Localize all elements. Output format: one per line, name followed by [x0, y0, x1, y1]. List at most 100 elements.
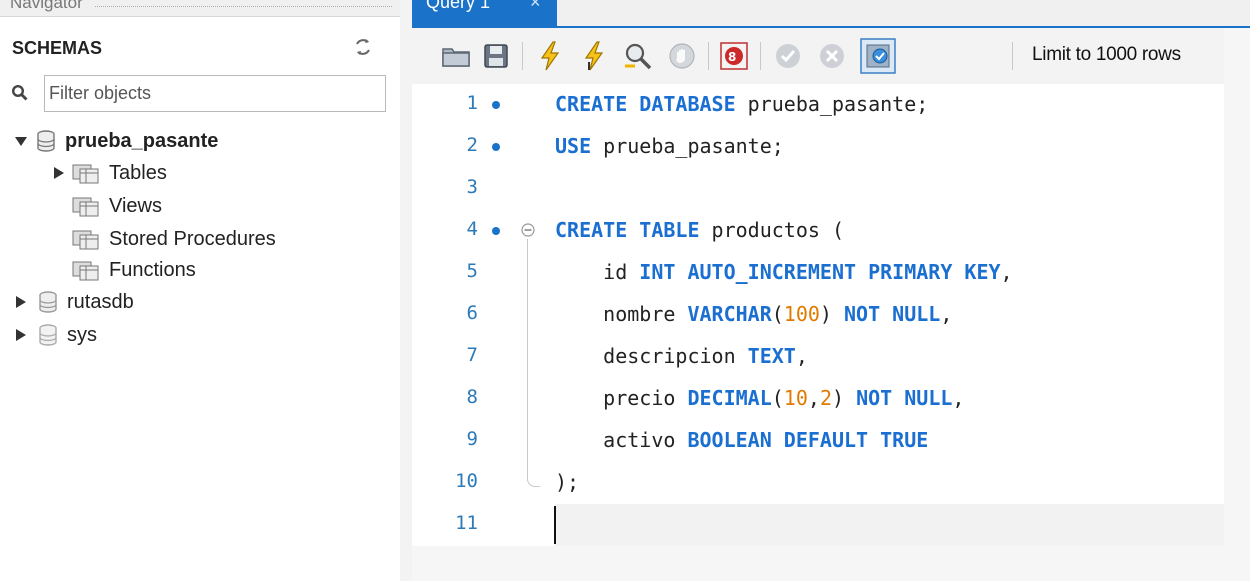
code-line[interactable]: 6 nombre VARCHAR(100) NOT NULL, [412, 294, 1224, 336]
schema-prueba-pasante[interactable]: prueba_pasante [14, 126, 218, 156]
toggle-stop-on-error-icon[interactable]: 8 [718, 40, 750, 72]
sql-identifier: descripcion [555, 344, 748, 368]
sql-identifier: , [795, 344, 808, 368]
sql-identifier: id [555, 260, 640, 284]
function-folder-icon [72, 261, 99, 281]
procedure-folder-icon [72, 230, 99, 250]
code-line[interactable]: 3 [412, 168, 1224, 210]
code-line[interactable]: 1 CREATE DATABASE prueba_pasante; [412, 84, 1224, 126]
code-text: CREATE DATABASE prueba_pasante; [555, 92, 928, 116]
code-text: activo BOOLEAN DEFAULT TRUE [555, 428, 928, 452]
tree-item-label: Functions [109, 258, 196, 281]
code-text: CREATE TABLE productos ( [555, 218, 844, 242]
open-folder-icon[interactable] [440, 40, 472, 72]
explain-icon[interactable] [622, 40, 654, 72]
sql-keyword: CREATE DATABASE [555, 92, 736, 116]
line-number: 4 [466, 218, 478, 240]
sql-identifier: , [952, 386, 965, 410]
sql-keyword: DECIMAL [687, 386, 772, 410]
code-line[interactable]: 9 activo BOOLEAN DEFAULT TRUE [412, 420, 1224, 462]
svg-text:8: 8 [728, 50, 736, 64]
table-folder-icon [72, 164, 99, 184]
sql-identifier: ( [771, 386, 784, 410]
fold-collapse-icon[interactable] [521, 223, 535, 237]
editor-tab-strip: Query 1 × [412, 0, 1250, 28]
sql-keyword: NOT NULL [856, 386, 953, 410]
line-number: 3 [466, 176, 478, 198]
toolbar-separator [1012, 42, 1013, 70]
execute-current-statement-icon[interactable]: I [578, 40, 610, 72]
execute-icon[interactable] [534, 40, 566, 72]
svg-text:I: I [587, 60, 591, 72]
fold-guide-line [527, 239, 528, 477]
panel-splitter[interactable] [400, 0, 412, 581]
expand-right-arrow-icon[interactable] [52, 166, 66, 180]
schemas-heading: SCHEMAS [12, 38, 103, 58]
navigator-title: Navigator [10, 0, 83, 12]
filter-objects-input[interactable] [49, 80, 379, 106]
autocommit-toggle-icon[interactable] [860, 38, 896, 74]
schema-label: prueba_pasante [65, 129, 219, 152]
code-text: descripcion TEXT, [555, 344, 808, 368]
tree-item-functions[interactable]: Functions [72, 255, 196, 285]
expand-right-arrow-icon[interactable] [14, 295, 28, 309]
search-icon [11, 84, 28, 101]
sql-identifier: ); [555, 470, 580, 494]
sql-identifier: ) [819, 302, 845, 326]
sql-number: 2 [819, 386, 832, 410]
sql-identifier: precio [555, 386, 688, 410]
database-icon [39, 291, 57, 313]
code-line[interactable]: 11 [412, 504, 1224, 546]
code-text: ); [555, 470, 579, 494]
stop-icon[interactable] [666, 40, 698, 72]
toolbar-separator [522, 42, 523, 70]
expand-right-arrow-icon[interactable] [14, 328, 28, 342]
sql-identifier: prueba_pasante; [735, 92, 929, 116]
code-line[interactable]: 7 descripcion TEXT, [412, 336, 1224, 378]
refresh-icon[interactable] [352, 36, 374, 58]
line-number: 1 [466, 92, 478, 114]
code-line[interactable]: 5 id INT AUTO_INCREMENT PRIMARY KEY, [412, 252, 1224, 294]
sql-identifier: ) [831, 386, 857, 410]
schema-label: rutasdb [67, 290, 134, 313]
code-text: nombre VARCHAR(100) NOT NULL, [555, 302, 952, 326]
navigator-panel: Navigator SCHEMAS prueba_pasante [0, 0, 400, 581]
expand-down-arrow-icon[interactable] [14, 134, 28, 148]
filter-objects-box[interactable] [44, 75, 386, 112]
tree-item-label: Stored Procedures [109, 227, 276, 250]
statement-marker-icon [492, 143, 500, 151]
sql-identifier: , [807, 386, 820, 410]
sql-keyword: USE [555, 134, 592, 158]
tab-close-icon[interactable]: × [530, 0, 541, 13]
save-icon[interactable] [480, 40, 512, 72]
tree-item-label: Tables [109, 161, 167, 184]
schema-sys[interactable]: sys [14, 320, 97, 350]
database-icon [39, 324, 57, 346]
line-number: 7 [466, 344, 478, 366]
schema-rutasdb[interactable]: rutasdb [14, 287, 134, 317]
rollback-icon[interactable] [816, 40, 848, 72]
tree-item-tables[interactable]: Tables [52, 158, 167, 188]
line-number: 9 [466, 428, 478, 450]
sql-editor[interactable]: 1 CREATE DATABASE prueba_pasante; 2 USE pru… [412, 84, 1224, 546]
tree-item-stored-procedures[interactable]: Stored Procedures [72, 224, 276, 254]
toolbar-separator [708, 42, 709, 70]
limit-rows-select[interactable]: Limit to 1000 rows [1032, 44, 1181, 66]
sql-editor-toolbar: I 8 Limit to 1000 rows [412, 28, 1224, 85]
line-number: 11 [455, 512, 478, 534]
line-number: 8 [466, 386, 478, 408]
code-line[interactable]: 8 precio DECIMAL(10,2) NOT NULL, [412, 378, 1224, 420]
view-folder-icon [72, 197, 99, 217]
code-text: USE prueba_pasante; [555, 134, 784, 158]
statement-marker-icon [492, 227, 500, 235]
tab-query-1[interactable]: Query 1 × [412, 0, 557, 26]
tree-item-views[interactable]: Views [72, 191, 162, 221]
code-text: precio DECIMAL(10,2) NOT NULL, [555, 386, 964, 410]
sql-identifier: ( [771, 302, 784, 326]
sql-number: 100 [783, 302, 820, 326]
code-line[interactable]: 2 USE prueba_pasante; [412, 126, 1224, 168]
sql-keyword: TEXT [747, 344, 796, 368]
sql-keyword: CREATE TABLE [555, 218, 700, 242]
commit-icon[interactable] [772, 40, 804, 72]
line-number: 2 [466, 134, 478, 156]
